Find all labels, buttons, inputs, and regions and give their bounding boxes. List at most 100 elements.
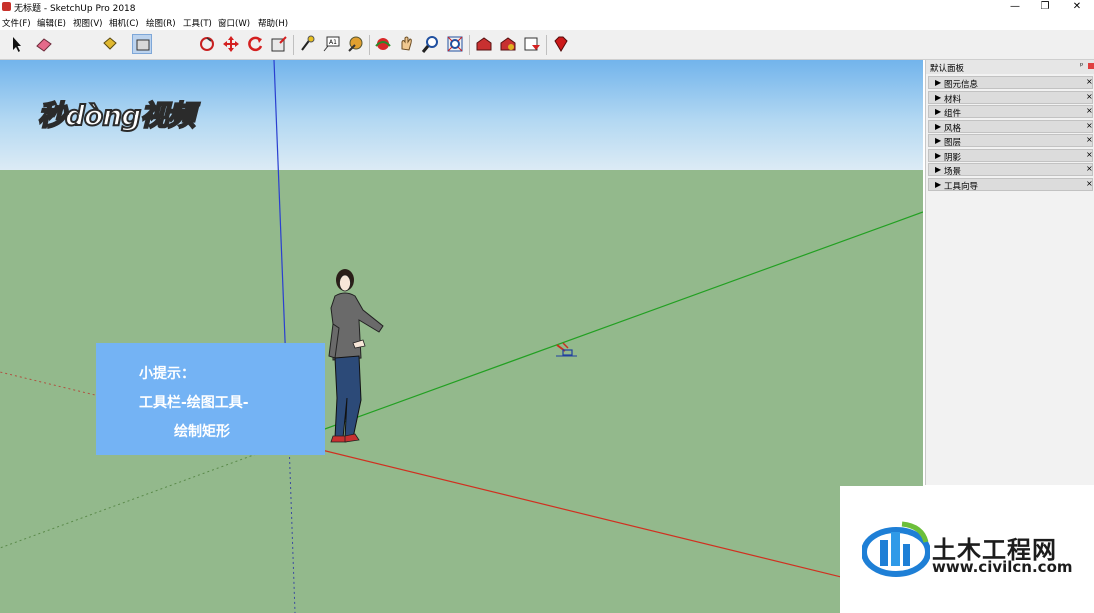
rectangle-tool[interactable] — [132, 34, 152, 54]
toolbar-separator — [293, 35, 294, 55]
tray-item-close-icon[interactable]: × — [1086, 106, 1093, 115]
pan-icon — [401, 36, 412, 51]
tray-header: 默认面板 ᵖ — [926, 60, 1094, 74]
move-tool[interactable] — [221, 34, 241, 54]
tray-item-label: 阴影 — [944, 153, 962, 163]
tray-item-label: 材料 — [944, 95, 962, 105]
paint-icon — [348, 36, 363, 52]
tray-item-label: 组件 — [944, 109, 962, 119]
tray-item-close-icon[interactable]: × — [1086, 135, 1093, 144]
follow-me-icon — [200, 37, 214, 51]
minimize-button[interactable]: — — [1000, 0, 1030, 14]
zoom-icon — [421, 36, 438, 53]
drawing-axes — [0, 60, 923, 613]
orbit-tool[interactable] — [373, 34, 393, 54]
toolbar: A1 — [0, 30, 1094, 60]
menu-draw[interactable]: 绘图(R) — [146, 17, 176, 29]
tray-item-styles[interactable]: ▶ 风格 × — [928, 120, 1093, 134]
watermark: 秒dòng视频 — [37, 98, 196, 133]
hint-overlay: 小提示： 工具栏-绘图工具- 绘制矩形 — [96, 343, 325, 455]
default-tray: 默认面板 ᵖ ▶ 图元信息 × ▶ 材料 × ▶ 组件 × ▶ 风格 × ▶ 图… — [925, 60, 1094, 485]
sketchup-app-icon — [2, 2, 11, 11]
expand-arrow-icon: ▶ — [935, 93, 942, 102]
rotate-icon — [248, 36, 263, 52]
tray-item-instructor[interactable]: ▶ 工具向导 × — [928, 178, 1093, 192]
scale-figure[interactable] — [323, 268, 388, 448]
paint-bucket-icon — [103, 37, 117, 50]
toolbar-separator — [546, 35, 547, 55]
eraser-icon — [36, 38, 52, 52]
follow-me-tool[interactable] — [197, 34, 217, 54]
zoom-tool[interactable] — [421, 34, 441, 54]
ruby-icon — [554, 36, 568, 52]
menu-camera[interactable]: 相机(C) — [109, 17, 139, 29]
expand-arrow-icon: ▶ — [935, 78, 942, 87]
hint-line-2: 工具栏-绘图工具- — [139, 395, 249, 411]
menu-edit[interactable]: 编辑(E) — [37, 17, 66, 29]
tray-item-materials[interactable]: ▶ 材料 × — [928, 91, 1093, 105]
scale-tool[interactable] — [269, 34, 289, 54]
rotate-tool[interactable] — [245, 34, 265, 54]
logo-url: www.civilcn.com — [932, 558, 1073, 576]
site-logo: 土木工程网 www.civilcn.com — [840, 486, 1094, 613]
modeling-viewport[interactable]: 秒dòng视频 小提示： 工具栏-绘图工具- 绘制矩形 — [0, 60, 923, 613]
tray-item-layers[interactable]: ▶ 图层 × — [928, 134, 1093, 148]
tray-item-label: 图元信息 — [944, 80, 979, 90]
expand-arrow-icon: ▶ — [935, 136, 942, 145]
eraser-tool[interactable] — [34, 34, 54, 54]
layout-tool[interactable] — [522, 34, 542, 54]
title-bar: 无标题 - SketchUp Pro 2018 — ❐ ✕ — [0, 0, 1094, 14]
tray-close-icon[interactable] — [1088, 63, 1094, 69]
menu-file[interactable]: 文件(F) — [2, 17, 31, 29]
menu-tools[interactable]: 工具(T) — [183, 17, 212, 29]
svg-text:A1: A1 — [329, 39, 337, 46]
warehouse-icon — [476, 37, 492, 51]
expand-arrow-icon: ▶ — [935, 151, 942, 160]
scale-icon — [271, 36, 287, 52]
hint-line-1: 小提示： — [139, 366, 195, 382]
menu-window[interactable]: 窗口(W) — [218, 17, 250, 29]
tray-item-close-icon[interactable]: × — [1086, 121, 1093, 130]
tray-item-close-icon[interactable]: × — [1086, 179, 1093, 188]
menu-view[interactable]: 视图(V) — [73, 17, 102, 29]
select-tool[interactable] — [6, 34, 26, 54]
tray-item-label: 工具向导 — [944, 182, 979, 192]
window-title: 无标题 - SketchUp Pro 2018 — [14, 4, 136, 14]
paint-tool[interactable] — [345, 34, 365, 54]
tray-item-close-icon[interactable]: × — [1086, 150, 1093, 159]
close-button[interactable]: ✕ — [1062, 0, 1092, 14]
blue-axis-negative — [288, 441, 296, 613]
tray-item-shadows[interactable]: ▶ 阴影 × — [928, 149, 1093, 163]
select-icon — [13, 37, 21, 52]
tray-item-entity-info[interactable]: ▶ 图元信息 × — [928, 76, 1093, 90]
pan-tool[interactable] — [397, 34, 417, 54]
menu-help[interactable]: 帮助(H) — [258, 17, 288, 29]
paint-bucket-tool[interactable] — [100, 34, 120, 54]
warehouse-tool[interactable] — [474, 34, 494, 54]
tray-item-label: 图层 — [944, 138, 962, 148]
expand-arrow-icon: ▶ — [935, 107, 942, 116]
expand-arrow-icon: ▶ — [935, 165, 942, 174]
tape-measure-icon — [301, 35, 315, 51]
expand-arrow-icon: ▶ — [935, 180, 942, 189]
pin-icon[interactable]: ᵖ — [1080, 61, 1083, 70]
tray-title: 默认面板 — [930, 64, 965, 74]
tray-item-close-icon[interactable]: × — [1086, 164, 1093, 173]
restore-button[interactable]: ❐ — [1030, 0, 1060, 14]
ruby-console-tool[interactable] — [551, 34, 571, 54]
zoom-extents-icon — [447, 36, 463, 52]
tray-item-scenes[interactable]: ▶ 场景 × — [928, 163, 1093, 177]
tape-measure-tool[interactable] — [297, 34, 317, 54]
tray-item-label: 场景 — [944, 167, 962, 177]
tray-item-close-icon[interactable]: × — [1086, 77, 1093, 86]
text-tool[interactable]: A1 — [321, 34, 341, 54]
green-axis-negative — [0, 441, 290, 549]
zoom-extents-tool[interactable] — [445, 34, 465, 54]
menu-bar: 文件(F) 编辑(E) 视图(V) 相机(C) 绘图(R) 工具(T) 窗口(W… — [0, 14, 1094, 30]
tray-item-close-icon[interactable]: × — [1086, 92, 1093, 101]
expand-arrow-icon: ▶ — [935, 122, 942, 131]
hint-line-3: 绘制矩形 — [174, 424, 230, 440]
extension-warehouse-tool[interactable] — [498, 34, 518, 54]
red-axis — [288, 441, 923, 598]
tray-item-components[interactable]: ▶ 组件 × — [928, 105, 1093, 119]
